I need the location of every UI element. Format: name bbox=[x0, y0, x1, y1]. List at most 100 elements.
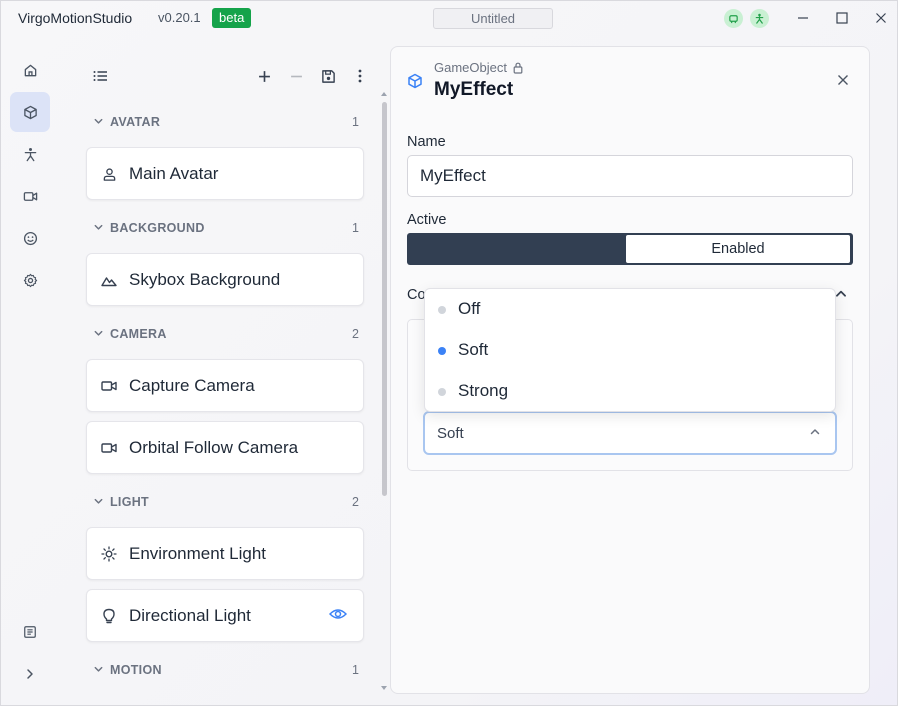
title-bar: VirgoMotionStudio v0.20.1 beta Untitled bbox=[1, 1, 897, 35]
camera-icon bbox=[100, 439, 118, 457]
tracking-status-icon[interactable] bbox=[750, 9, 769, 28]
tree-item-label: Skybox Background bbox=[129, 270, 281, 289]
select-value: Soft bbox=[437, 425, 464, 442]
section-background[interactable]: BACKGROUND 1 bbox=[91, 218, 361, 238]
object-type: GameObject bbox=[434, 60, 507, 75]
rail-expand-button[interactable] bbox=[10, 654, 50, 694]
chevron-right-icon bbox=[27, 669, 33, 679]
cube-icon bbox=[23, 105, 37, 119]
sun-icon bbox=[100, 545, 118, 563]
chevron-up-icon bbox=[810, 429, 820, 435]
rail-camera-button[interactable] bbox=[10, 176, 50, 216]
object-title: MyEffect bbox=[434, 79, 514, 100]
document-title[interactable]: Untitled bbox=[433, 8, 553, 29]
rail-face-button[interactable] bbox=[10, 218, 50, 258]
figure-icon bbox=[24, 147, 36, 161]
save-button[interactable] bbox=[318, 66, 338, 86]
beta-badge: beta bbox=[212, 8, 252, 28]
minus-icon bbox=[290, 75, 302, 77]
section-count: 2 bbox=[352, 327, 359, 341]
tree-item-label: Capture Camera bbox=[129, 376, 255, 395]
lock-icon bbox=[513, 61, 523, 79]
name-label: Name bbox=[407, 134, 446, 150]
remove-object-button[interactable] bbox=[286, 66, 306, 86]
plus-icon bbox=[258, 70, 270, 82]
section-label: MOTION bbox=[110, 663, 162, 677]
effect-select[interactable]: Soft bbox=[423, 411, 837, 455]
dropdown-option-soft[interactable]: Soft bbox=[425, 330, 835, 371]
option-label: Strong bbox=[458, 381, 509, 400]
section-count: 1 bbox=[352, 115, 359, 129]
scroll-up-arrow-icon[interactable] bbox=[380, 91, 388, 97]
close-icon bbox=[838, 75, 848, 85]
option-label: Off bbox=[458, 299, 481, 318]
scroll-down-arrow-icon[interactable] bbox=[380, 685, 388, 691]
option-label: Soft bbox=[458, 340, 489, 359]
tree-item-directional-light[interactable]: Directional Light bbox=[86, 589, 364, 642]
bulb-icon bbox=[100, 607, 118, 625]
list-view-button[interactable] bbox=[90, 66, 110, 86]
chevron-down-icon bbox=[94, 224, 103, 230]
close-inspector-button[interactable] bbox=[837, 73, 849, 91]
tree-item-capture-camera[interactable]: Capture Camera bbox=[86, 359, 364, 412]
collapse-section-chevron-icon[interactable] bbox=[834, 287, 848, 301]
mountain-icon bbox=[100, 271, 118, 289]
list-icon bbox=[93, 71, 107, 81]
tree-item-label: Environment Light bbox=[129, 544, 267, 563]
option-dot bbox=[438, 388, 446, 396]
cube-icon bbox=[407, 73, 423, 94]
minimize-button[interactable] bbox=[794, 9, 812, 27]
more-options-button[interactable] bbox=[350, 66, 370, 86]
dropdown-option-off[interactable]: Off bbox=[425, 289, 835, 330]
tree-scrollbar-thumb[interactable] bbox=[382, 102, 387, 496]
chevron-down-icon bbox=[94, 118, 103, 124]
section-label: LIGHT bbox=[110, 495, 149, 509]
rail-objects-button[interactable] bbox=[10, 92, 50, 132]
add-object-button[interactable] bbox=[254, 66, 274, 86]
section-count: 1 bbox=[352, 663, 359, 677]
connection-status-icon[interactable] bbox=[724, 9, 743, 28]
section-label: BACKGROUND bbox=[110, 221, 205, 235]
save-icon bbox=[321, 69, 335, 83]
app-name: VirgoMotionStudio bbox=[18, 10, 133, 26]
rail-settings-button[interactable] bbox=[10, 260, 50, 300]
dropdown-option-strong[interactable]: Strong bbox=[425, 371, 835, 412]
section-count: 1 bbox=[352, 221, 359, 235]
component-section-label: Co bbox=[407, 287, 426, 303]
option-dot-selected bbox=[438, 347, 446, 355]
eye-icon[interactable] bbox=[328, 607, 348, 626]
gear-icon bbox=[23, 273, 37, 287]
close-window-button[interactable] bbox=[872, 9, 890, 27]
tree-item-label: Directional Light bbox=[129, 606, 251, 625]
app-window: VirgoMotionStudio v0.20.1 beta Untitled bbox=[0, 0, 898, 706]
section-avatar[interactable]: AVATAR 1 bbox=[91, 112, 361, 132]
name-input[interactable] bbox=[407, 155, 853, 197]
chevron-down-icon bbox=[94, 498, 103, 504]
camera-icon bbox=[23, 191, 37, 201]
active-toggle-enabled[interactable]: Enabled bbox=[626, 235, 850, 263]
section-camera[interactable]: CAMERA 2 bbox=[91, 324, 361, 344]
chevron-down-icon bbox=[94, 330, 103, 336]
maximize-button[interactable] bbox=[833, 9, 851, 27]
tree-item-main-avatar[interactable]: Main Avatar bbox=[86, 147, 364, 200]
rail-home-button[interactable] bbox=[10, 50, 50, 90]
chevron-down-icon bbox=[94, 666, 103, 672]
rail-motion-button[interactable] bbox=[10, 134, 50, 174]
more-vertical-icon bbox=[358, 69, 362, 83]
tree-item-orbital-follow-camera[interactable]: Orbital Follow Camera bbox=[86, 421, 364, 474]
active-toggle[interactable]: Enabled bbox=[407, 233, 853, 265]
effect-dropdown-menu: Off Soft Strong bbox=[424, 288, 836, 412]
active-label: Active bbox=[407, 212, 447, 228]
camera-icon bbox=[100, 377, 118, 395]
tree-item-environment-light[interactable]: Environment Light bbox=[86, 527, 364, 580]
rail-log-button[interactable] bbox=[10, 612, 50, 652]
app-version: v0.20.1 bbox=[158, 10, 201, 25]
section-label: AVATAR bbox=[110, 115, 161, 129]
log-icon bbox=[24, 626, 36, 638]
section-label: CAMERA bbox=[110, 327, 167, 341]
tree-item-skybox-background[interactable]: Skybox Background bbox=[86, 253, 364, 306]
section-motion[interactable]: MOTION 1 bbox=[91, 660, 361, 680]
tree-item-label: Orbital Follow Camera bbox=[129, 438, 299, 457]
section-light[interactable]: LIGHT 2 bbox=[91, 492, 361, 512]
home-icon bbox=[24, 64, 36, 76]
